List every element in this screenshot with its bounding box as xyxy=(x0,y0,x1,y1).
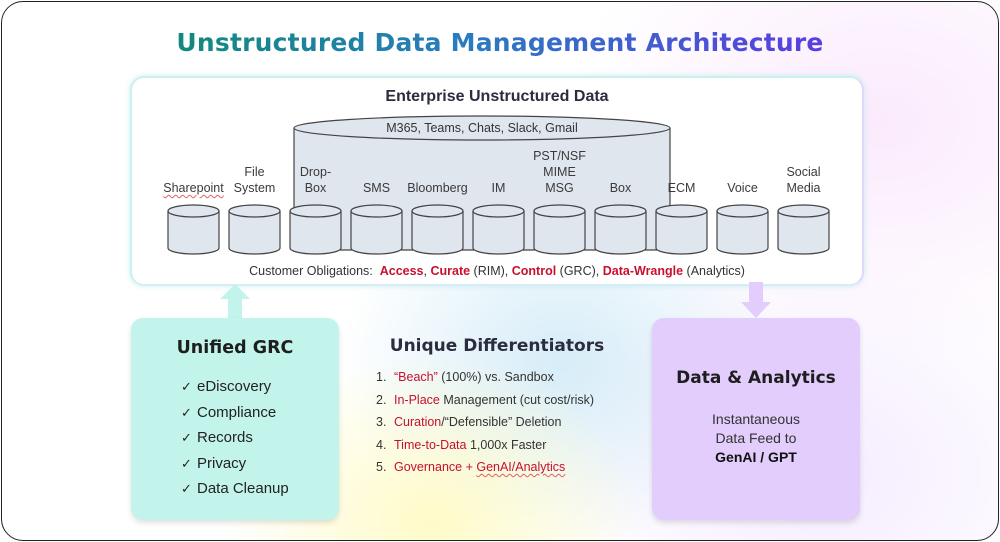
slide-frame: Unstructured Data Management Architectur… xyxy=(1,1,999,541)
check-icon: ✓ xyxy=(181,455,192,471)
item-number: 3. xyxy=(376,415,387,429)
database-cylinder-icon xyxy=(533,204,586,255)
check-icon: ✓ xyxy=(181,430,192,445)
store-label-line xyxy=(764,148,844,164)
check-icon: ✓ xyxy=(181,404,192,420)
differentiators-section: Unique Differentiators 1. “Beach” (100%) … xyxy=(362,336,632,479)
store-label-line: Media xyxy=(786,181,821,195)
obligation-suffix: (Analytics) xyxy=(683,264,745,278)
differentiators-title: Unique Differentiators xyxy=(389,336,605,356)
item-number: 5. xyxy=(376,460,387,474)
grc-item-label: Records xyxy=(197,429,253,446)
item-number: 1. xyxy=(376,370,387,384)
differentiator-item: 5. Governance + GenAI/Analytics xyxy=(376,456,632,479)
item-highlight: Curation xyxy=(394,415,442,429)
database-cylinder-icon xyxy=(716,204,769,255)
grc-item: ✓ Data Cleanup xyxy=(181,476,289,502)
item-text: /“Defensible” Deletion xyxy=(441,415,562,429)
grc-list: ✓ eDiscovery ✓ Compliance ✓ Records ✓ Privac… xyxy=(181,374,289,502)
page-title: Unstructured Data Management Architectur… xyxy=(2,28,998,57)
store-label-line: Social xyxy=(786,165,821,179)
grc-item-label: Compliance xyxy=(197,403,277,421)
grc-item-label: Privacy xyxy=(197,454,247,472)
database-cylinder-icon xyxy=(350,204,403,255)
grc-item-label: eDiscovery xyxy=(197,378,272,395)
analytics-description: Instantaneous Data Feed to GenAI / GPT xyxy=(652,410,860,467)
differentiators-list: 1. “Beach” (100%) vs. Sandbox 2. In-Place … xyxy=(376,366,632,479)
store-label: Social Media xyxy=(764,148,844,196)
item-text: 1,000x Faster xyxy=(466,437,547,452)
obligations-prefix: Customer Obligations: xyxy=(249,264,373,278)
check-icon: ✓ xyxy=(181,379,192,394)
grc-item-label: Data Cleanup xyxy=(197,480,289,497)
grc-item: ✓ eDiscovery xyxy=(181,374,289,400)
database-cylinder-icon xyxy=(594,204,647,255)
customer-obligations: Customer Obligations: Access, Curate (RI… xyxy=(132,264,862,278)
data-analytics-card: Data & Analytics Instantaneous Data Feed… xyxy=(652,318,860,520)
grc-title: Unified GRC xyxy=(176,338,294,358)
database-cylinder-icon xyxy=(777,204,830,255)
item-highlight: Time-to-Data xyxy=(394,437,467,452)
obligation-suffix: , xyxy=(423,264,427,278)
database-cylinder-icon xyxy=(411,204,464,255)
obligation-suffix: (GRC), xyxy=(556,264,600,278)
obligation-curate: Curate xyxy=(430,264,471,278)
unified-grc-card: Unified GRC ✓ eDiscovery ✓ Compliance ✓ Rec… xyxy=(131,318,339,520)
database-cylinder-icon xyxy=(472,204,525,255)
check-icon: ✓ xyxy=(181,481,192,496)
database-cylinder-icon xyxy=(655,204,708,255)
database-cylinder-icon xyxy=(228,204,281,255)
grc-item: ✓ Privacy xyxy=(181,451,289,477)
differentiator-item: 1. “Beach” (100%) vs. Sandbox xyxy=(376,366,632,389)
item-number: 2. xyxy=(376,392,387,407)
item-highlight: Governance + xyxy=(394,460,477,474)
obligation-control: Control xyxy=(511,264,557,278)
analytics-line: Data Feed to xyxy=(715,430,797,446)
item-number: 4. xyxy=(376,437,387,452)
arrow-down-icon xyxy=(741,282,771,318)
page-title-text: Unstructured Data Management Architectur… xyxy=(176,28,824,57)
database-cylinder-icon xyxy=(167,204,220,255)
item-highlight-2: GenAI/Analytics xyxy=(476,460,566,474)
obligation-data-wrangle: Data-Wrangle xyxy=(602,264,684,278)
item-text: (100%) vs. Sandbox xyxy=(437,370,554,384)
grc-item: ✓ Compliance xyxy=(181,400,289,426)
arrow-up-icon xyxy=(220,284,250,320)
differentiator-item: 4. Time-to-Data 1,000x Faster xyxy=(376,434,632,457)
differentiator-item: 2. In-Place Management (cut cost/risk) xyxy=(376,389,632,412)
item-highlight: In-Place xyxy=(394,392,440,407)
item-text: Management (cut cost/risk) xyxy=(439,392,595,407)
obligation-suffix: (RIM), xyxy=(470,264,509,278)
analytics-title: Data & Analytics xyxy=(676,368,836,388)
item-highlight: “Beach” xyxy=(394,370,438,384)
analytics-line: Instantaneous xyxy=(712,411,800,427)
obligation-access: Access xyxy=(379,264,424,278)
database-cylinder-icon xyxy=(289,204,342,255)
differentiator-item: 3. Curation/“Defensible” Deletion xyxy=(376,411,632,434)
big-cylinder-label: M365, Teams, Chats, Slack, Gmail xyxy=(386,121,578,135)
enterprise-data-panel: Enterprise Unstructured Data M365, Teams… xyxy=(130,76,864,286)
grc-item: ✓ Records xyxy=(181,425,289,451)
analytics-line-strong: GenAI / GPT xyxy=(715,449,797,465)
